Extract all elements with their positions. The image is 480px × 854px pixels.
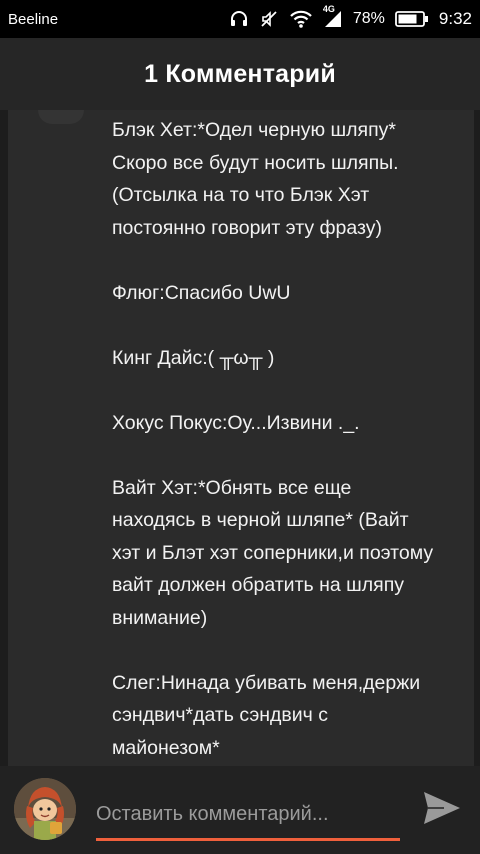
send-icon (422, 790, 462, 831)
comment-input-bar (0, 766, 480, 854)
comment-line: майонезом* (112, 736, 220, 759)
comment-card: Блэк Хет:*Одел черную шляпу* Скоро все бу… (8, 110, 474, 766)
send-button[interactable] (418, 786, 466, 834)
avatar[interactable] (14, 778, 76, 840)
app-screen: Beeline 4G 78% 9:32 1 Комментарий Блэк Х… (0, 0, 480, 854)
comment-line: Блэк Хет:*Одел черную шляпу* (112, 119, 396, 141)
status-icons: 4G 78% 9:32 (229, 4, 472, 29)
comment-line: Слег:Нинада убивать меня,держи (112, 671, 421, 694)
comment-line: внимание) (112, 606, 208, 629)
comment-line: Скоро все будут носить шляпы. (112, 151, 399, 174)
clock: 9:32 (438, 9, 472, 28)
mute-icon (259, 9, 279, 29)
comment-line: Флюг:Спасибо UwU (112, 281, 291, 304)
comment-line: хэт и Блэт хэт соперники,и поэтому (112, 541, 434, 564)
signal-icon: 4G (323, 4, 343, 29)
page-title: 1 Комментарий (144, 59, 336, 88)
comment-line: Хокус Покус:Оу...Извини ._. (112, 411, 360, 434)
input-underline (96, 838, 400, 841)
status-bar: Beeline 4G 78% 9:32 (0, 0, 480, 38)
battery-percent: 78% (352, 10, 385, 27)
comment-author-avatar[interactable] (38, 110, 84, 124)
comment-text: Блэк Хет:*Одел черную шляпу* Скоро все бу… (112, 114, 462, 764)
comment-line: Кинг Дайс:( ╥ω╥ ) (112, 346, 275, 369)
comment-line: вайт должен обратить на шляпу (112, 574, 405, 596)
comment-list[interactable]: Блэк Хет:*Одел черную шляпу* Скоро все бу… (0, 110, 480, 766)
network-type: 4G (322, 4, 335, 14)
battery-icon (395, 10, 429, 28)
comment-line: (Отсылка на то что Блэк Хэт (112, 184, 370, 206)
headset-icon (229, 9, 249, 29)
comment-input[interactable] (96, 792, 400, 836)
comment-line: постоянно говорит эту фразу) (112, 216, 382, 239)
comment-line: находясь в черной шляпе* (Вайт (112, 509, 409, 531)
header-bar: 1 Комментарий (0, 38, 480, 110)
comment-line: сэндвич*дать сэндвич с (112, 704, 329, 726)
comment-line: Вайт Хэт:*Обнять все еще (112, 476, 352, 499)
wifi-icon (289, 9, 313, 29)
comment-input-wrap (96, 792, 400, 841)
carrier-name: Beeline (8, 10, 59, 28)
